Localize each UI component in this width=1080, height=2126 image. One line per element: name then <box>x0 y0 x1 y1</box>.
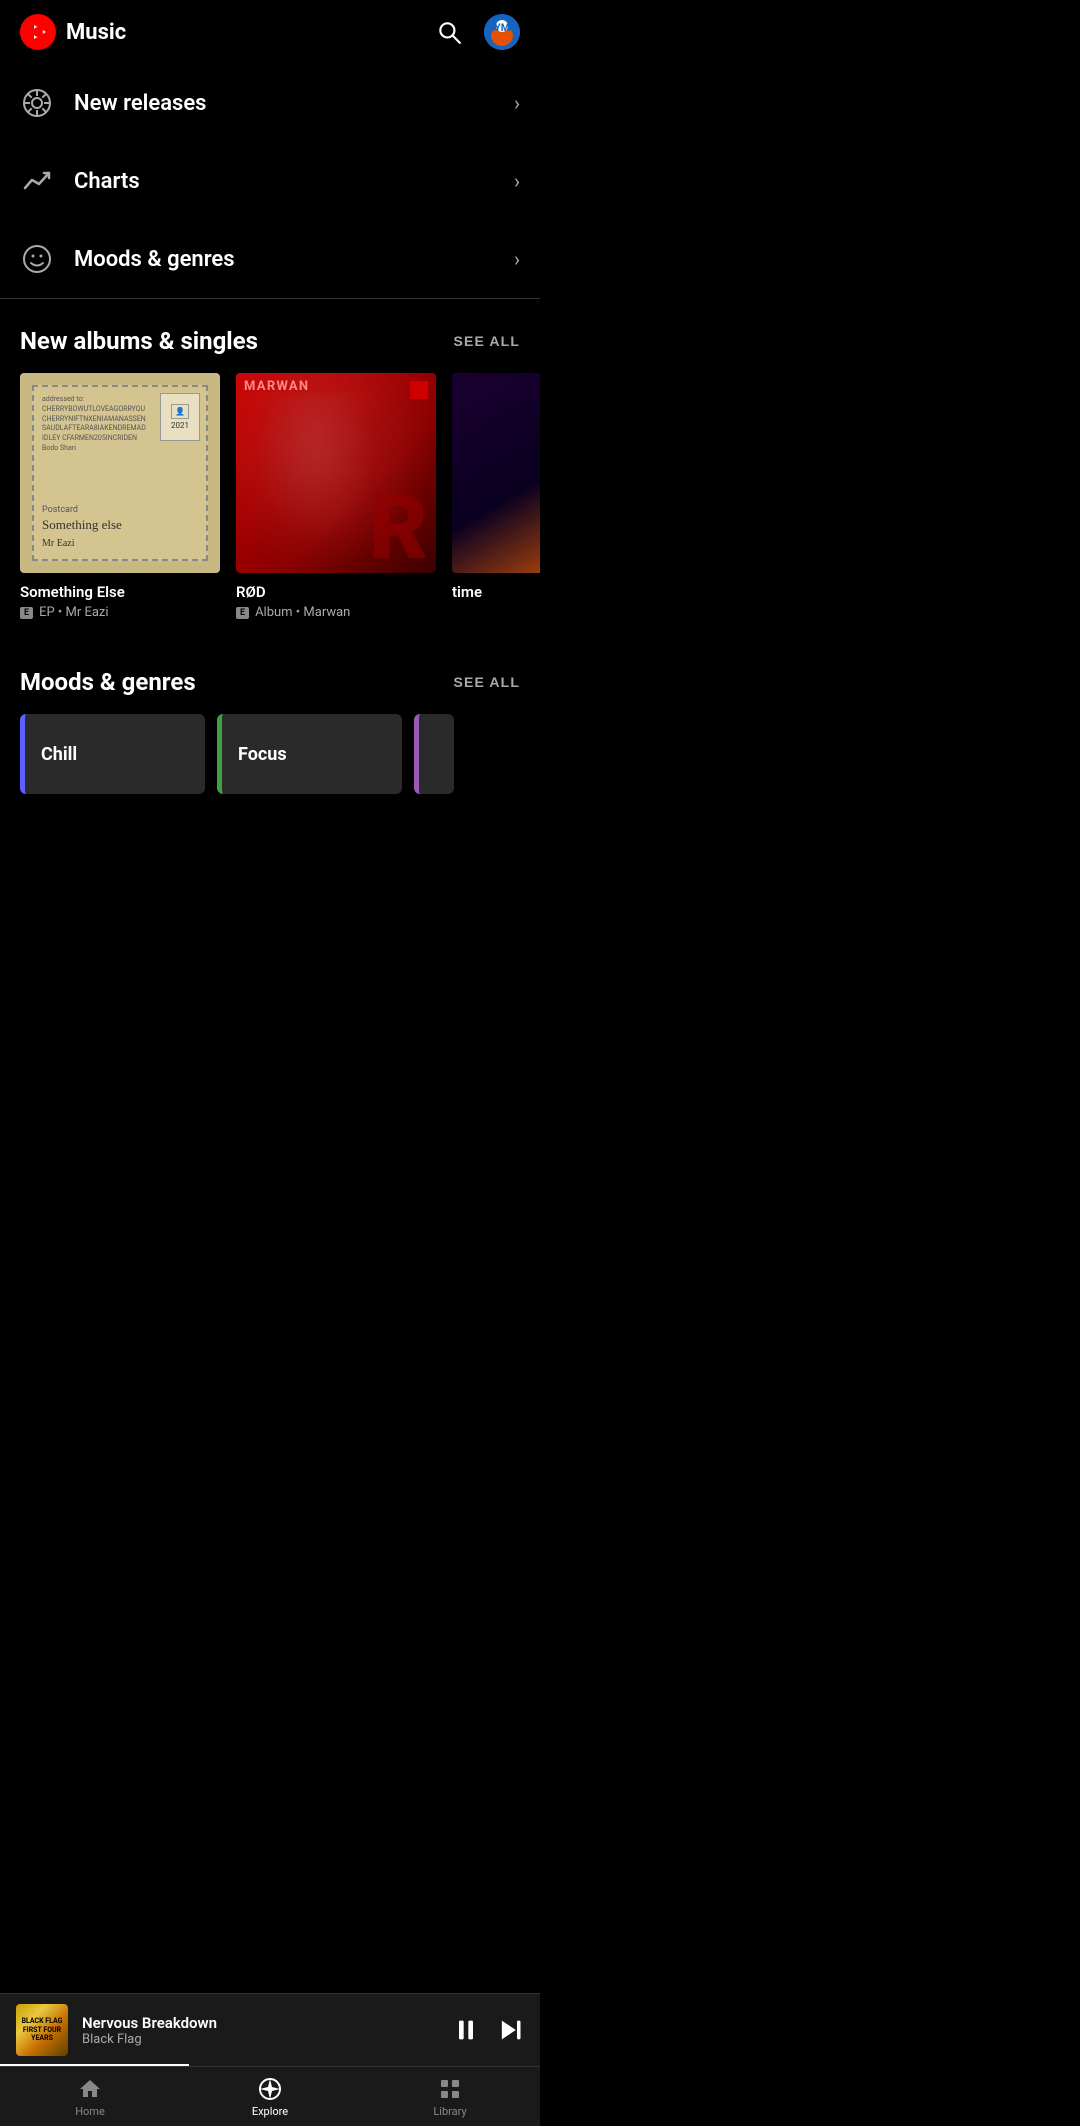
now-playing-title: Nervous Breakdown <box>82 2014 438 2032</box>
header-logo-area: Music <box>20 14 126 50</box>
album-type-rod: Album • Marwan <box>255 605 350 620</box>
main-nav: New releases › Charts › <box>0 64 540 298</box>
moods-genres-section-title: Moods & genres <box>20 668 196 696</box>
album-art-time <box>452 373 540 573</box>
album-art-rod: MARWAN R <box>236 373 436 573</box>
moods-genres-icon <box>20 242 54 276</box>
nav-item-new-releases[interactable]: New releases › <box>0 64 540 142</box>
app-title: Music <box>66 20 126 45</box>
new-albums-see-all[interactable]: SEE ALL <box>454 333 520 349</box>
album-art-something-else: addressed to: CHERRYBOWUTLOVEAGORRYOU CH… <box>20 373 220 573</box>
tab-explore-label: Explore <box>252 2105 288 2118</box>
new-albums-header: New albums & singles SEE ALL <box>0 299 540 373</box>
mood-card-chill[interactable]: Chill <box>20 714 205 794</box>
pause-icon <box>452 2016 480 2044</box>
moods-scroll-row: Chill Focus <box>0 714 540 814</box>
album-card-rod[interactable]: MARWAN R RØD E Album • Marwan <box>236 373 436 620</box>
now-playing-art: BLACK FLAGFIRST FOURYEARS <box>16 2004 68 2056</box>
next-icon <box>496 2016 524 2044</box>
nav-item-charts[interactable]: Charts › <box>0 142 540 220</box>
tab-library-label: Library <box>433 2105 466 2118</box>
avatar-icon: YM <box>484 14 520 50</box>
album-title-rod: RØD <box>236 583 436 601</box>
charts-chevron: › <box>514 169 520 193</box>
pause-button[interactable] <box>452 2016 480 2044</box>
search-icon <box>436 19 462 45</box>
marwan-text: MARWAN <box>244 379 309 394</box>
mood-card-sleep[interactable] <box>414 714 454 794</box>
library-icon <box>438 2077 462 2101</box>
moods-genres-chevron: › <box>514 247 520 271</box>
nav-item-moods-genres[interactable]: Moods & genres › <box>0 220 540 298</box>
moods-genres-header: Moods & genres SEE ALL <box>0 640 540 714</box>
next-button[interactable] <box>496 2016 524 2044</box>
mood-card-focus[interactable]: Focus <box>217 714 402 794</box>
album-card-something-else[interactable]: addressed to: CHERRYBOWUTLOVEAGORRYOU CH… <box>20 373 220 620</box>
album-title-something-else: Something Else <box>20 583 220 601</box>
now-playing-controls <box>452 2016 524 2044</box>
home-icon <box>78 2077 102 2101</box>
new-albums-title: New albums & singles <box>20 327 258 355</box>
album-meta-time: time <box>452 573 540 601</box>
new-releases-label: New releases <box>74 91 207 116</box>
app-header: Music YM <box>0 0 540 64</box>
now-playing-bar: BLACK FLAGFIRST FOURYEARS Nervous Breakd… <box>0 1993 540 2066</box>
new-releases-chevron: › <box>514 91 520 115</box>
mood-label-chill: Chill <box>41 744 77 765</box>
explicit-badge: E <box>20 607 33 619</box>
tab-home[interactable]: Home <box>0 2077 180 2118</box>
album-title-time: time <box>452 583 540 601</box>
charts-label: Charts <box>74 169 140 194</box>
now-playing-info: Nervous Breakdown Black Flag <box>82 2014 438 2047</box>
yt-music-logo <box>20 14 56 50</box>
search-button[interactable] <box>432 15 466 49</box>
moods-genres-section: Moods & genres SEE ALL Chill Focus <box>0 640 540 814</box>
mood-label-focus: Focus <box>238 744 287 765</box>
album-sub-rod: E Album • Marwan <box>236 605 436 620</box>
album-card-time[interactable]: time <box>452 373 540 620</box>
tab-home-label: Home <box>75 2105 105 2118</box>
album-scroll-row: addressed to: CHERRYBOWUTLOVEAGORRYOU CH… <box>0 373 540 640</box>
moods-see-all[interactable]: SEE ALL <box>454 674 520 690</box>
bottom-nav: Home Explore Library <box>0 2066 540 2126</box>
moods-genres-label: Moods & genres <box>74 247 235 272</box>
new-releases-icon <box>20 86 54 120</box>
new-albums-section: New albums & singles SEE ALL addressed t… <box>0 299 540 640</box>
tab-explore[interactable]: Explore <box>180 2077 360 2118</box>
tab-library[interactable]: Library <box>360 2077 540 2118</box>
svg-text:YM: YM <box>495 23 510 34</box>
user-avatar[interactable]: YM <box>484 14 520 50</box>
header-actions: YM <box>432 14 520 50</box>
now-playing-artist: Black Flag <box>82 2032 438 2047</box>
charts-icon <box>20 164 54 198</box>
album-meta-rod: RØD E Album • Marwan <box>236 573 436 620</box>
album-meta-something-else: Something Else E EP • Mr Eazi <box>20 573 220 620</box>
album-sub-something-else: E EP • Mr Eazi <box>20 605 220 620</box>
explore-icon <box>258 2077 282 2101</box>
album-type-something-else: EP • Mr Eazi <box>39 605 108 620</box>
explicit-badge-rod: E <box>236 607 249 619</box>
